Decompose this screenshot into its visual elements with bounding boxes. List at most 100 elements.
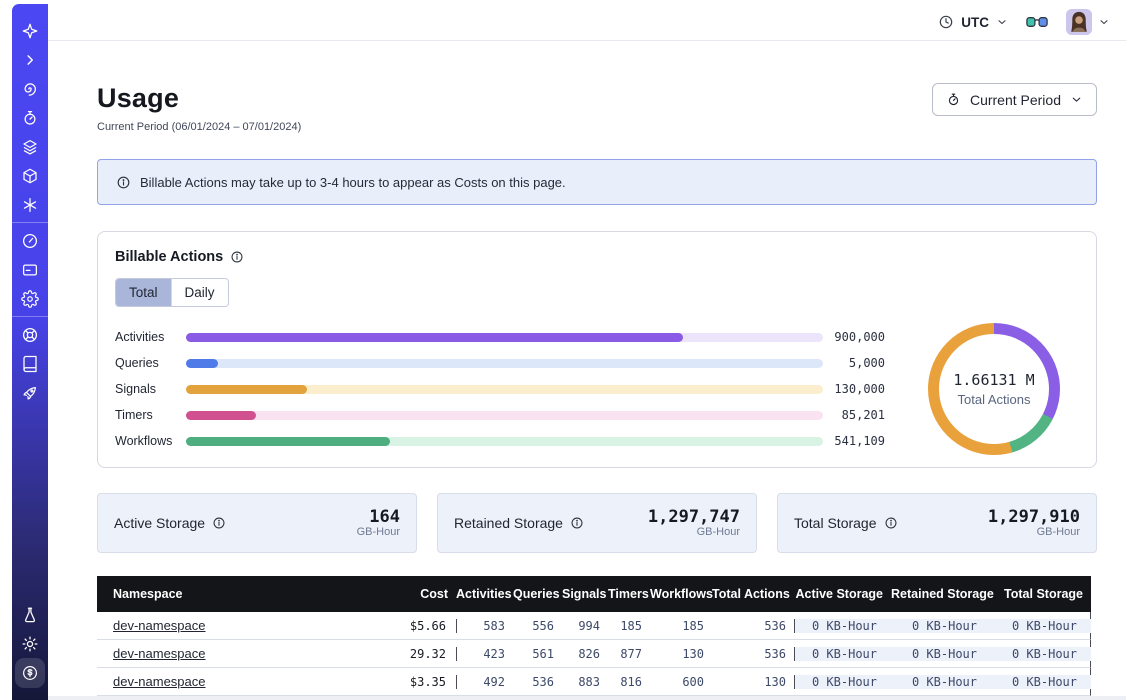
namespace-cell: dev-namespace xyxy=(97,618,392,633)
chevron-down-icon xyxy=(1070,93,1083,106)
namespace-link[interactable]: dev-namespace xyxy=(113,646,206,661)
cube-icon[interactable] xyxy=(12,161,48,190)
storage-card-label-text: Retained Storage xyxy=(454,515,563,531)
total-storage-cell: 0 KB-Hour xyxy=(991,675,1091,689)
namespace-cell: dev-namespace xyxy=(97,674,392,689)
timers-cell: 877 xyxy=(608,647,650,661)
storage-card-value-block: 1,297,910GB-Hour xyxy=(988,508,1080,539)
namespace-link[interactable]: dev-namespace xyxy=(113,674,206,689)
storage-card-value-block: 164GB-Hour xyxy=(357,508,400,539)
window-card-icon[interactable] xyxy=(12,255,48,284)
nav-star-icon[interactable] xyxy=(12,16,48,45)
sun-icon[interactable] xyxy=(12,629,48,658)
page-subtitle: Current Period (06/01/2024 – 07/01/2024) xyxy=(97,121,301,133)
app-sidebar xyxy=(12,4,48,700)
activities-cell: 492 xyxy=(456,675,513,689)
active-storage-cell: 0 KB-Hour xyxy=(794,647,891,661)
bar-value: 130,000 xyxy=(823,382,885,396)
period-button-label: Current Period xyxy=(970,92,1061,108)
signals-cell: 883 xyxy=(562,675,608,689)
namespace-usage-table: NamespaceCostActivitiesQueriesSignalsTim… xyxy=(97,576,1091,696)
bar-track xyxy=(186,437,823,446)
user-menu[interactable] xyxy=(1066,9,1110,35)
sidebar-divider xyxy=(12,222,48,223)
info-icon xyxy=(116,175,131,190)
timezone-selector[interactable]: UTC xyxy=(938,14,1008,30)
namespace-link[interactable]: dev-namespace xyxy=(113,618,206,633)
layers-icon[interactable] xyxy=(12,132,48,161)
workflows-cell: 185 xyxy=(650,619,712,633)
dollar-coin-icon[interactable] xyxy=(15,658,45,688)
storage-card-label-text: Total Storage xyxy=(794,515,877,531)
page-title: Usage xyxy=(97,83,301,114)
storage-card-value-block: 1,297,747GB-Hour xyxy=(648,508,740,539)
column-header: Signals xyxy=(562,587,608,601)
bar-value: 541,109 xyxy=(823,434,885,448)
cost-cell: $5.66 xyxy=(392,619,456,633)
bar-track xyxy=(186,359,823,368)
active-storage-cell: 0 KB-Hour xyxy=(794,619,891,633)
donut-total-value: 1.66131 M xyxy=(953,371,1034,389)
bar-label: Activities xyxy=(115,330,186,344)
storage-card-value: 164 xyxy=(357,508,400,527)
bar-row-workflows: Workflows 541,109 xyxy=(115,428,885,454)
clock-icon xyxy=(938,14,954,30)
asterisk-icon[interactable] xyxy=(12,190,48,219)
bar-label: Workflows xyxy=(115,434,186,448)
info-icon[interactable] xyxy=(212,516,226,530)
bar-fill xyxy=(186,359,218,368)
bar-fill xyxy=(186,411,256,420)
timers-cell: 816 xyxy=(608,675,650,689)
chevron-down-icon xyxy=(1098,16,1110,28)
bar-value: 85,201 xyxy=(823,408,885,422)
retained-storage-card: Retained Storage 1,297,747GB-Hour xyxy=(437,493,757,553)
storage-card-label: Total Storage xyxy=(794,515,898,531)
active-storage-card: Active Storage164GB-Hour xyxy=(97,493,417,553)
book-icon[interactable] xyxy=(12,349,48,378)
chevron-down-icon xyxy=(996,16,1008,28)
donut-caption: Total Actions xyxy=(958,392,1031,407)
bar-value: 900,000 xyxy=(823,330,885,344)
spiral-icon[interactable] xyxy=(12,74,48,103)
column-header: Cost xyxy=(392,587,456,601)
chevron-right-icon[interactable] xyxy=(12,45,48,74)
queries-cell: 556 xyxy=(513,619,562,633)
storage-card-unit: GB-Hour xyxy=(357,526,400,538)
flask-icon[interactable] xyxy=(12,600,48,629)
column-header: Total Actions xyxy=(712,587,794,601)
tab-daily[interactable]: Daily xyxy=(171,279,228,306)
column-header: Workflows xyxy=(650,587,712,601)
retained-storage-cell: 0 KB-Hour xyxy=(891,675,991,689)
total-storage-cell: 0 KB-Hour xyxy=(991,647,1091,661)
queries-cell: 536 xyxy=(513,675,562,689)
feedback-glasses-icon[interactable] xyxy=(1026,15,1048,29)
info-icon[interactable] xyxy=(230,250,244,264)
bar-row-signals: Signals130,000 xyxy=(115,376,885,402)
column-header: Activities xyxy=(456,587,513,601)
gear-icon[interactable] xyxy=(12,284,48,313)
bar-fill xyxy=(186,385,307,394)
lifebuoy-icon[interactable] xyxy=(12,320,48,349)
rocket-icon[interactable] xyxy=(12,378,48,407)
gauge-icon[interactable] xyxy=(12,226,48,255)
tab-total[interactable]: Total xyxy=(116,279,171,306)
stopwatch-icon[interactable] xyxy=(12,103,48,132)
timezone-label: UTC xyxy=(961,15,989,30)
bar-row-queries: Queries5,000 xyxy=(115,350,885,376)
storage-summary-row: Active Storage164GB-Hour Retained Storage… xyxy=(97,493,1097,553)
info-icon[interactable] xyxy=(570,516,584,530)
table-next-row-edge xyxy=(48,696,1126,700)
period-selector-button[interactable]: Current Period xyxy=(932,83,1097,116)
cost-cell: $3.35 xyxy=(392,675,456,689)
info-icon[interactable] xyxy=(884,516,898,530)
billable-actions-bar-chart: Activities 900,000 Queries5,000Signals130,… xyxy=(115,324,885,454)
storage-card-value: 1,297,747 xyxy=(648,508,740,527)
storage-card-unit: GB-Hour xyxy=(988,526,1080,538)
activities-cell: 423 xyxy=(456,647,513,661)
bar-row-activities: Activities 900,000 xyxy=(115,324,885,350)
queries-cell: 561 xyxy=(513,647,562,661)
storage-card-unit: GB-Hour xyxy=(648,526,740,538)
signals-cell: 994 xyxy=(562,619,608,633)
retained-storage-cell: 0 KB-Hour xyxy=(891,619,991,633)
table-row: dev-namespace$3.354925368838166001300 KB… xyxy=(97,668,1091,696)
